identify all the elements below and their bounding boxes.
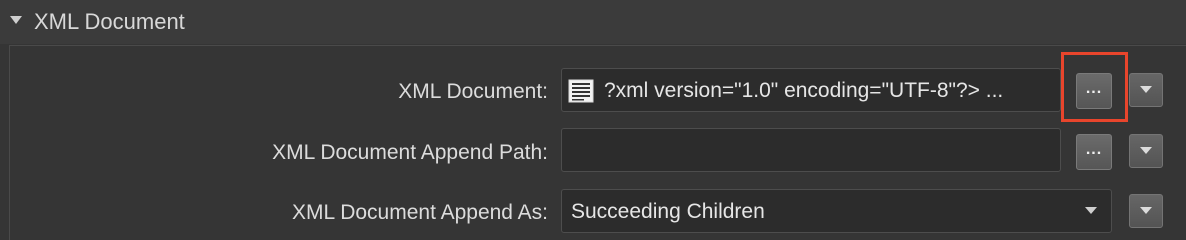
section-title: XML Document xyxy=(34,9,185,34)
xml-document-label: XML Document: xyxy=(398,80,548,103)
append-path-browse-button[interactable]: ... xyxy=(1076,134,1112,170)
append-path-label: XML Document Append Path: xyxy=(272,141,548,164)
append-as-label: XML Document Append As: xyxy=(291,201,548,224)
document-text-icon xyxy=(568,79,594,103)
xml-document-menu-button[interactable] xyxy=(1129,73,1163,107)
append-path-field[interactable] xyxy=(561,128,1061,172)
xml-document-field[interactable]: ?xml version="1.0" encoding="UTF-8"?> ..… xyxy=(561,68,1061,112)
append-as-dropdown[interactable]: Succeeding Children xyxy=(561,189,1112,233)
append-as-menu-button[interactable] xyxy=(1129,194,1163,228)
xml-document-browse-button[interactable]: ... xyxy=(1076,73,1112,109)
collapse-toggle-icon[interactable] xyxy=(6,10,26,30)
xml-document-value: ?xml version="1.0" encoding="UTF-8"?> ..… xyxy=(604,79,1004,102)
chevron-down-icon xyxy=(1085,207,1097,214)
xml-document-parameters: XML Document XML Document: ?xml version=… xyxy=(0,0,1186,240)
append-path-menu-button[interactable] xyxy=(1129,134,1163,168)
append-as-selected-value: Succeeding Children xyxy=(571,200,765,223)
triangle-down-icon xyxy=(1140,147,1152,154)
triangle-down-icon xyxy=(1140,86,1152,93)
triangle-down-icon xyxy=(1140,207,1152,214)
section-header[interactable]: XML Document xyxy=(0,0,1186,44)
